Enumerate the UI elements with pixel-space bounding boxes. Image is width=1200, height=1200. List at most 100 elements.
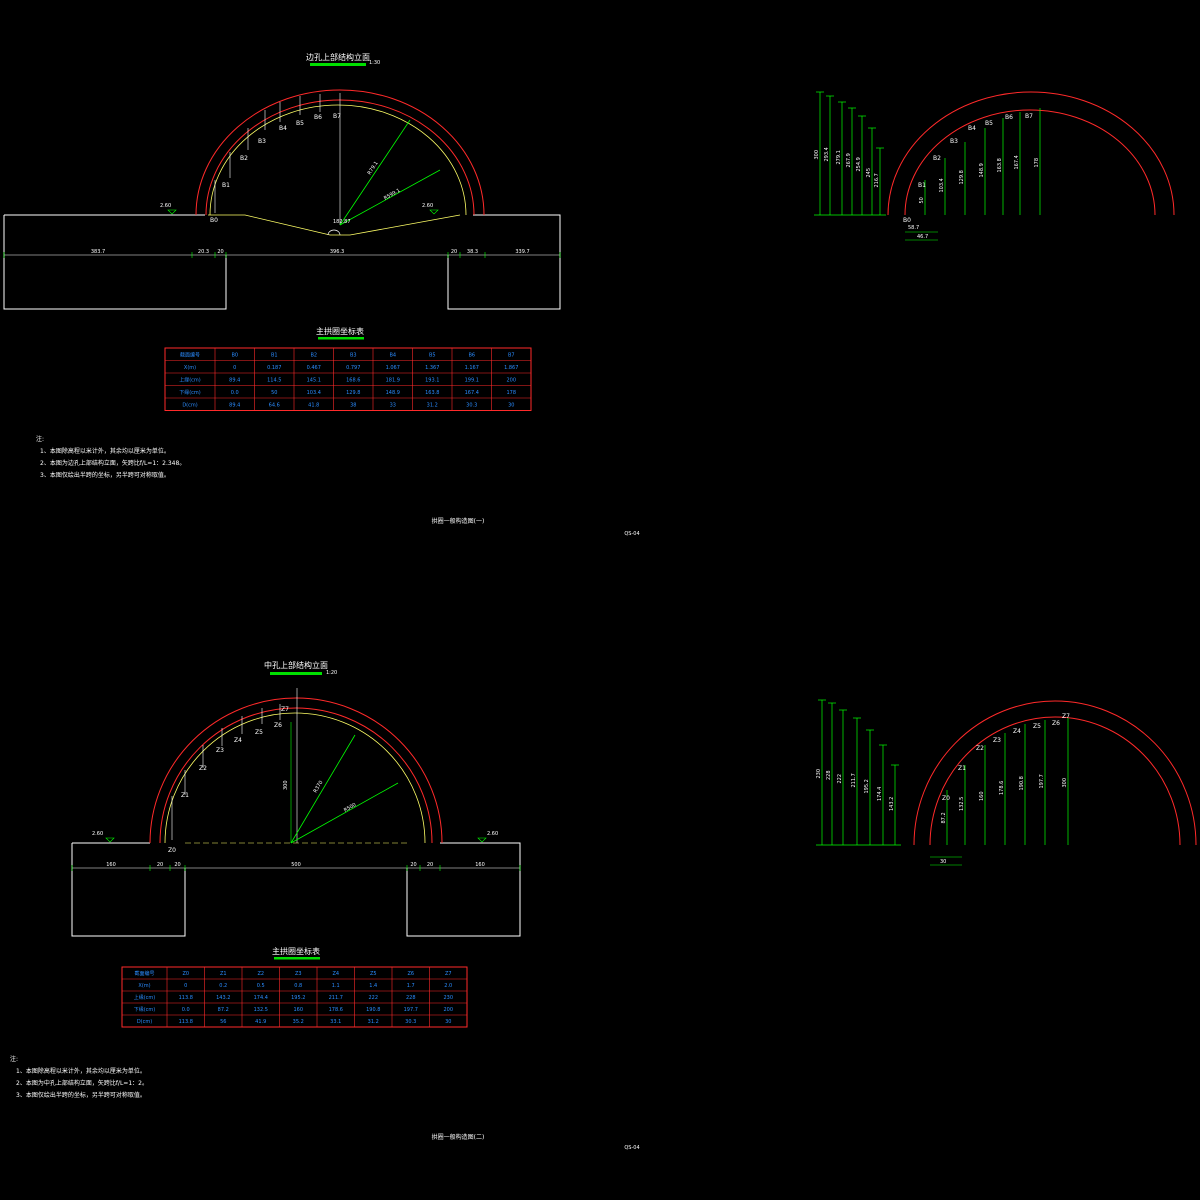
table-cell: 228 [406,995,416,1001]
sheet2-side-arch-label: Z3 [993,737,1001,744]
sheet-1: 边孔上部结构立面 1:30 383.7 20.3 20 396.3 20 38.3 339.… [3,52,1175,537]
sheet2-side-dim-label: 230 [816,769,822,779]
table-header-cell: B0 [231,352,238,358]
sheet1-footer-code: QS-04 [624,531,639,537]
table-cell: 1.367 [425,365,439,371]
sheet1-side-inner-label: 129.8 [959,170,965,184]
sheet2-dim-label: 20 [157,862,163,868]
sheet2-side-inner-lines: 87.2 132.5 160 178.6 190.8 197.7 300 Z0 Z1 Z2 Z3 Z4… [941,713,1070,845]
table-cell: 35.2 [293,1019,304,1025]
sheet1-side-base-dim-1: 58.7 [908,225,919,231]
table-cell: 1.167 [465,365,479,371]
table-header-cell: Z5 [370,971,377,977]
table-cell: 143.2 [216,995,230,1001]
sheet2-notes-header: 注: [10,1055,18,1063]
sheet2-side-inner-label: 300 [1062,778,1068,788]
sheet1-left-elevation: 2.60 [160,203,171,209]
sheet2-side-arch-label: Z2 [976,745,984,752]
table-cell: 0.2 [219,983,227,989]
sheet1-scale: 1:30 [369,60,380,66]
table-cell: 200 [506,377,516,383]
sheet1-side-inner-label: 178 [1034,158,1040,168]
sheet1-radius-inner-label: R599.1 [383,188,401,202]
sheet1-dim-label: 20 [217,249,223,255]
table-cell: 178 [506,390,516,396]
table-cell: 0.8 [294,983,302,989]
sheet2-radius-inner-label: R500 [343,802,357,814]
sheet2-dim-label: 20 [427,862,433,868]
sheet2-footer-code: QS-04 [624,1145,639,1151]
sheet1-note: 3、本图仅绘出半跨的坐标，另半跨可对称取值。 [40,471,170,479]
sheet2-side-arch-label: Z6 [1052,720,1060,727]
sheet2-radius-line-outer [290,734,356,844]
table-cell: 145.1 [307,377,321,383]
sheet1-arch-label: B4 [279,125,287,132]
sheet1-side-detail: 300 293.4 279.1 267.9 254.9 245216.7 50 103.4 1… [814,91,1175,241]
sheet2-footer-title: 拱圈一般构造图(二) [432,1133,485,1141]
table-cell: 38 [350,402,356,408]
table-cell: 1.867 [504,365,518,371]
sheet2-title: 中孔上部结构立面 [264,660,328,670]
table-header-cell: Z1 [220,971,227,977]
table-header-cell: 截面编号 [134,970,154,977]
sheet1-side-arch-inner [904,109,1156,216]
sheet1-arch-label: B7 [333,113,341,120]
sheet1-footer-title: 拱圈一般构造图(一) [432,517,485,525]
table-cell: 上缘(cm) [179,376,201,383]
sheet2-center-label: 300 [283,780,289,790]
sheet2-arch-outer-extrados [149,697,443,844]
sheet1-left-elevation-marker [167,209,177,215]
sheet1-arch-label: B0 [210,217,218,224]
sheet1-side-arch-label: B2 [933,155,941,162]
sheet2-table-title: 主拱圈坐标表 [272,946,320,956]
table-cell: 上缘(cm) [134,994,156,1001]
table-cell: 197.7 [404,1007,418,1013]
table-cell: 0 [184,983,187,989]
table-cell: 0.797 [346,365,360,371]
sheet1-notes-header: 注: [36,435,44,443]
table-cell: 230 [443,995,453,1001]
table-cell: 89.4 [229,377,240,383]
sheet2-side-base-dim: 30 [940,859,946,865]
table-cell: 113.8 [179,995,193,1001]
sheet2-side-inner-label: 190.8 [1019,776,1025,790]
sheet2-dim-label: 160 [475,862,485,868]
sheet2-arch-label: Z2 [199,765,207,772]
sheet2-side-arch-label: Z1 [958,765,966,772]
table-cell: 132.5 [254,1007,268,1013]
table-cell: 114.5 [267,377,281,383]
sheet2-note: 2、本图为中孔上部结构立面，矢跨比f/L=1：2。 [16,1079,148,1087]
table-cell: 160 [293,1007,303,1013]
table-cell: 33.1 [330,1019,341,1025]
table-cell: 211.7 [329,995,343,1001]
sheet2-side-inner-label: 160 [979,791,985,801]
table-cell: 30.3 [466,402,477,408]
sheet2-side-arch-label: Z0 [942,795,950,802]
sheet2-side-dim-label: 174.4 [877,787,883,801]
sheet1-dim-label: 339.7 [515,249,529,255]
table-cell: 89.4 [229,402,240,408]
sheet2-note: 3、本图仅绘出半跨的坐标，另半跨可对称取值。 [16,1091,146,1099]
table-header-cell: Z0 [182,971,189,977]
sheet1-arch-label: B6 [314,114,322,121]
sheet2-arch-label: Z4 [234,737,242,744]
sheet2-side-dim-label: 228 [826,770,832,780]
table-cell: 64.6 [269,402,280,408]
sheet2-arch-label: Z1 [181,792,189,799]
sheet1-dim-label: 20.3 [198,249,209,255]
sheet1-side-dim-label: 279.1 [836,150,842,164]
sheet2-side-dim-label: 143.2 [889,797,895,811]
sheet2-arch-label: Z5 [255,729,263,736]
table-cell: 103.4 [307,390,321,396]
sheet1-radius-line-outer [339,119,411,226]
sheet2-arch-label: Z7 [281,706,289,713]
sheet1-side-inner-lines: 50 103.4 129.8 148.9 163.8 167.4 178 B0 B1 B2 B3 B4… [903,108,1041,224]
table-header-cell: B3 [350,352,357,358]
sheet1-coordinate-table: 截面编号 B0 B1 B2 B3 B4 B5 B6 B7 X(m) 0 0.187 0.467 0.797… [164,347,532,411]
sheet2-side-dim-lines: 230 228 222 211.7 195.2 174.4 143.2 [816,699,901,846]
sheet2-coordinate-table: 截面编号 Z0 Z1 Z2 Z3 Z4 Z5 Z6 Z7 X(m) 0 0.2 0.5 0.8 1.1 1.4… [121,966,468,1028]
sheet1-side-arch-label: B3 [950,138,958,145]
sheet2-side-inner-label: 87.2 [941,812,947,823]
sheet1-side-arch-label: B4 [968,125,976,132]
sheet2-arch-outer-intrados [159,707,433,844]
